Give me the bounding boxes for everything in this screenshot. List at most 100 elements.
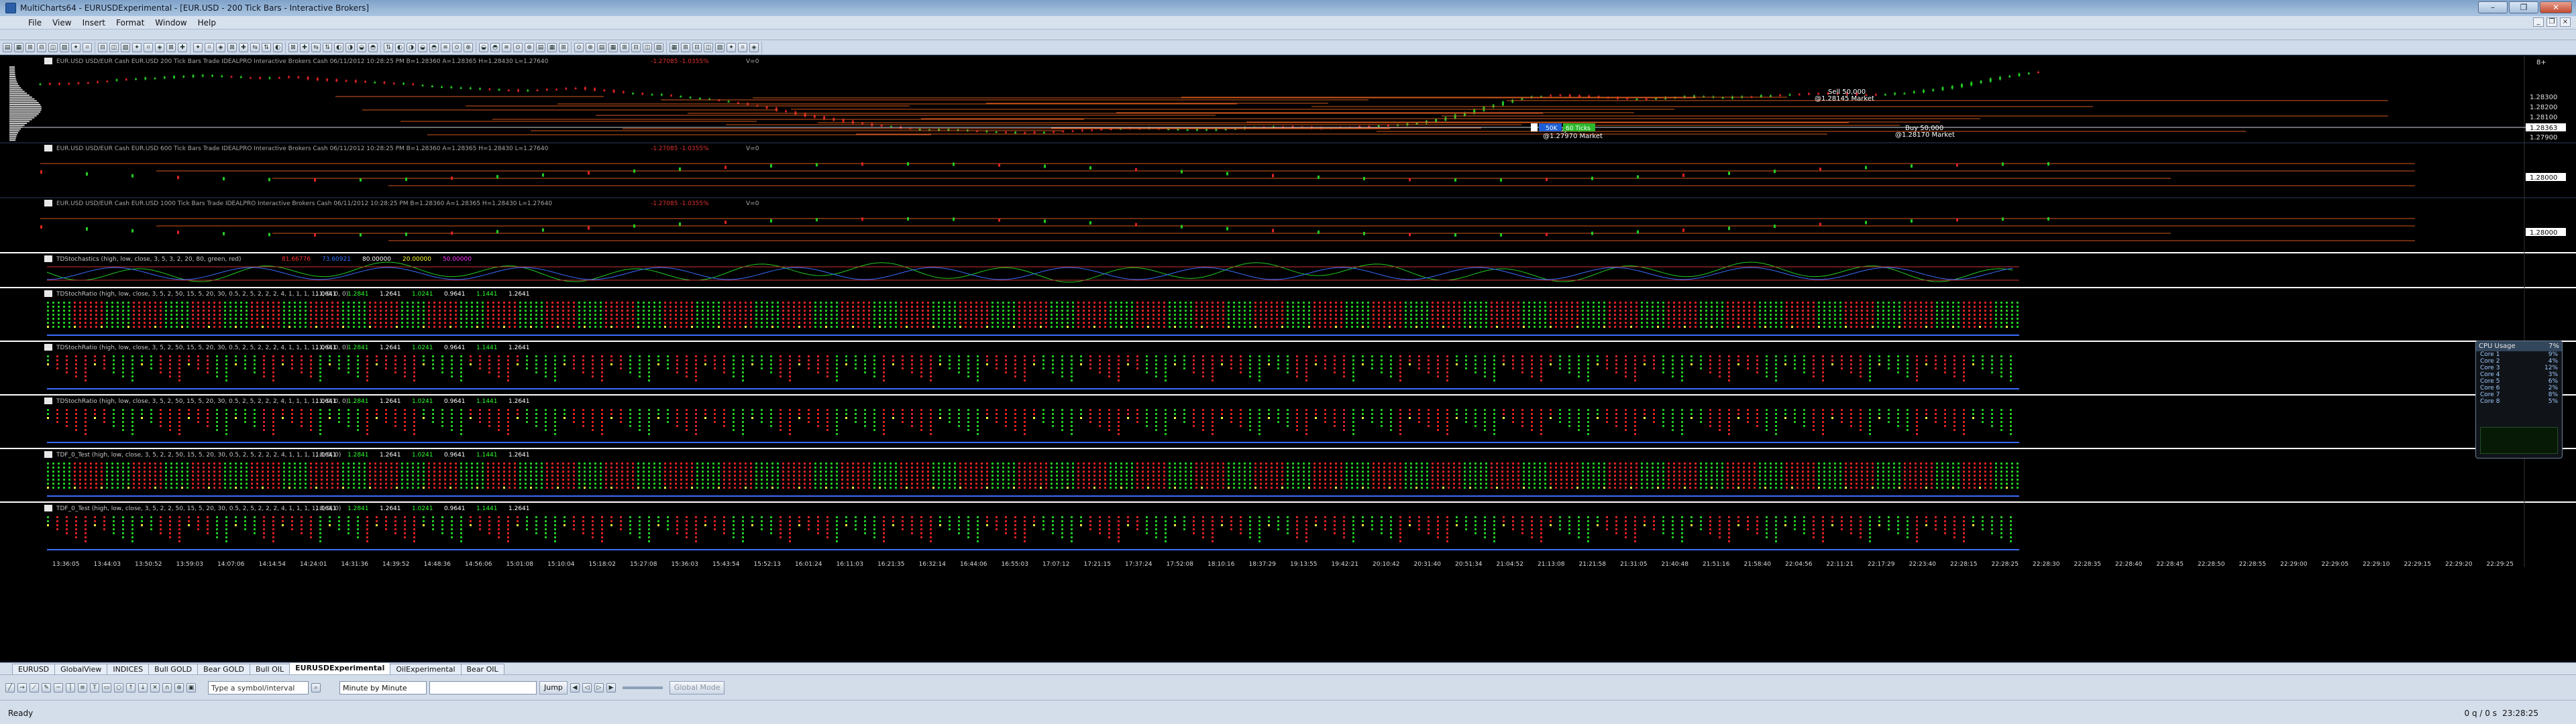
toolbar-button-icon[interactable]: ◈ (155, 42, 164, 52)
toolbar-button-icon[interactable]: ✦ (727, 42, 736, 52)
signal-dot (1689, 322, 1691, 324)
indicator-value: 1.2641 (508, 398, 530, 405)
toolbar-button-icon[interactable]: ⊠ (288, 42, 298, 52)
toolbar-button-icon[interactable]: ⊟ (98, 42, 107, 52)
toolbar-button-icon[interactable]: ▨ (654, 42, 663, 52)
signal-dot (1202, 371, 1204, 373)
chart-canvas[interactable]: 1.283001.282001.281001.280001.279008+1.2… (0, 56, 2576, 661)
mdi-minimize-icon[interactable]: _ (2533, 17, 2544, 27)
toolbar-button-icon[interactable]: ⊙ (513, 42, 523, 52)
menu-window[interactable]: Window (150, 18, 192, 27)
signal-dot (895, 322, 897, 324)
signal-dot (949, 318, 951, 320)
toolbar-button-icon[interactable]: ◓ (429, 42, 439, 52)
toolbar-button-icon[interactable]: ◓ (368, 42, 378, 52)
toolbar-button-icon[interactable]: ⊙ (452, 42, 462, 52)
menu-format[interactable]: Format (111, 18, 150, 27)
toolbar-button-icon[interactable]: ≋ (502, 42, 511, 52)
toolbar-button-icon[interactable]: ▨ (121, 42, 130, 52)
toolbar-button-icon[interactable]: ◈ (216, 42, 225, 52)
signal-dot (423, 355, 425, 357)
toolbar-button-icon[interactable]: ◒ (418, 42, 427, 52)
toolbar-button-icon[interactable]: ⊞ (25, 42, 35, 52)
toolbar-button-icon[interactable]: ⌗ (144, 42, 153, 52)
signal-dot (439, 302, 441, 304)
toolbar-button-icon[interactable]: ▤ (597, 42, 606, 52)
toolbar-button-icon[interactable]: ⌗ (738, 42, 747, 52)
toolbar-button-icon[interactable]: ✚ (178, 42, 187, 52)
toolbar-button-icon[interactable]: ⇆ (311, 42, 321, 52)
toolbar-button-icon[interactable]: ✦ (71, 42, 80, 52)
toolbar-button-icon[interactable]: ◈ (749, 42, 759, 52)
toolbar-button-icon[interactable]: ◒ (357, 42, 366, 52)
toolbar-button-icon[interactable]: ⊟ (37, 42, 46, 52)
candle-body (1788, 94, 1791, 96)
signal-dot (1426, 326, 1428, 328)
toolbar-button-icon[interactable]: ◫ (109, 42, 119, 52)
toolbar-button-icon[interactable]: ⊞ (681, 42, 690, 52)
toolbar-button-icon[interactable]: ✚ (300, 42, 309, 52)
toolbar-button-icon[interactable]: ⇅ (384, 42, 393, 52)
menu-insert[interactable]: Insert (77, 18, 111, 27)
toolbar-button-icon[interactable]: ◐ (334, 42, 343, 52)
toolbar-button-icon[interactable]: ⊞ (620, 42, 629, 52)
close-button[interactable]: ✕ (2540, 1, 2572, 13)
toolbar-button-icon[interactable]: ◫ (704, 42, 713, 52)
minimize-button[interactable]: – (2478, 1, 2508, 13)
toolbar-button-icon[interactable]: ✦ (132, 42, 142, 52)
signal-dot (1501, 318, 1503, 320)
menu-view[interactable]: View (47, 18, 76, 27)
toolbar-button-icon[interactable]: ◫ (48, 42, 58, 52)
maximize-button[interactable]: ❐ (2509, 1, 2538, 13)
toolbar-button-icon[interactable]: ⊗ (525, 42, 534, 52)
toolbar-button-icon[interactable]: ▦ (669, 42, 679, 52)
toolbar-button-icon[interactable]: ▦ (547, 42, 557, 52)
toolbar-button-icon[interactable]: ◒ (479, 42, 488, 52)
toolbar-button-icon[interactable]: ⌗ (205, 42, 214, 52)
toolbar-button-icon[interactable]: ▦ (14, 42, 23, 52)
signal-dot (751, 359, 753, 361)
toolbar-button-icon[interactable]: ⊠ (166, 42, 176, 52)
toolbar-button-icon[interactable]: ◑ (407, 42, 416, 52)
signal-dot (1491, 302, 1493, 304)
toolbar-button-icon[interactable]: ▨ (715, 42, 724, 52)
toolbar-button-icon[interactable]: ▤ (536, 42, 545, 52)
signal-dot (669, 326, 672, 328)
mdi-restore-icon[interactable]: ❐ (2546, 17, 2557, 27)
toolbar-button-icon[interactable]: ⊙ (574, 42, 584, 52)
signal-dot (680, 326, 682, 328)
mdi-close-icon[interactable]: × (2560, 17, 2571, 27)
toolbar-button-icon[interactable]: ◫ (643, 42, 652, 52)
signal-dot (884, 306, 886, 308)
toolbar-button-icon[interactable]: ◐ (395, 42, 405, 52)
toolbar-button-icon[interactable]: ⌗ (83, 42, 92, 52)
toolbar-button-icon[interactable]: ⊗ (464, 42, 473, 52)
signal-dot (1228, 302, 1230, 304)
toolbar-button-icon[interactable]: ✦ (193, 42, 203, 52)
toolbar-button-icon[interactable]: ⊟ (692, 42, 702, 52)
signal-dot (1238, 314, 1240, 316)
toolbar-button-icon[interactable]: ▨ (60, 42, 69, 52)
toolbar-button-icon[interactable]: ◐ (273, 42, 282, 52)
signal-dot (1690, 355, 1693, 357)
candle-body (192, 74, 195, 78)
menu-file[interactable]: File (23, 18, 47, 27)
menu-help[interactable]: Help (193, 18, 221, 27)
toolbar-button-icon[interactable]: ⊟ (631, 42, 641, 52)
signal-dot (600, 310, 602, 312)
toolbar-button-icon[interactable]: ⊗ (586, 42, 595, 52)
toolbar-button-icon[interactable]: ✚ (239, 42, 248, 52)
signal-dot (1521, 367, 1523, 369)
toolbar-button-icon[interactable]: ⊞ (559, 42, 568, 52)
toolbar-button-icon[interactable]: ⊠ (227, 42, 237, 52)
toolbar-button-icon[interactable]: ⇅ (262, 42, 271, 52)
toolbar-button-icon[interactable]: ▦ (608, 42, 618, 52)
toolbar-button-icon[interactable]: ▤ (3, 42, 12, 52)
signal-dot (766, 318, 768, 320)
toolbar-button-icon[interactable]: ◓ (490, 42, 500, 52)
toolbar-button-icon[interactable]: ≋ (441, 42, 450, 52)
signal-dot (1163, 310, 1165, 312)
toolbar-button-icon[interactable]: ⇆ (250, 42, 260, 52)
toolbar-button-icon[interactable]: ⇅ (323, 42, 332, 52)
toolbar-button-icon[interactable]: ◑ (345, 42, 355, 52)
